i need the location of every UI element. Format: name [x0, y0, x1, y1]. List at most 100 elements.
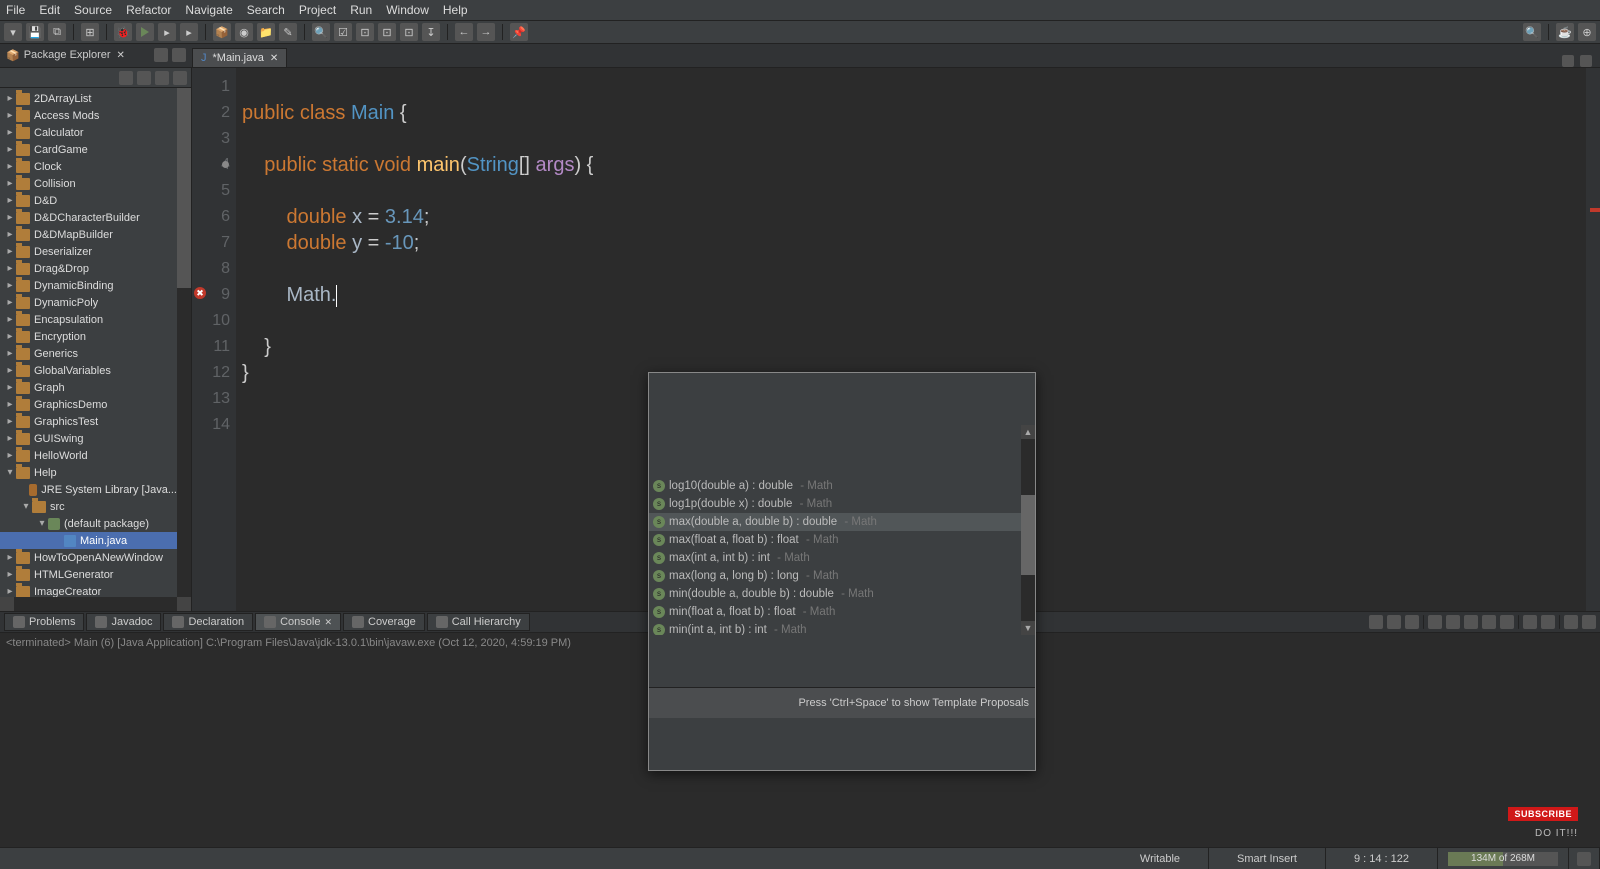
tree-item[interactable]: ▸Graph [0, 379, 191, 396]
new-class-icon[interactable]: ◉ [235, 23, 253, 41]
coverage-icon[interactable]: ▸ [158, 23, 176, 41]
tree-item[interactable]: ▸Deserializer [0, 243, 191, 260]
subscribe-badge[interactable]: SUBSCRIBE [1508, 807, 1578, 821]
menu-help[interactable]: Help [443, 3, 468, 17]
error-mark-icon[interactable] [1590, 208, 1600, 212]
run-icon[interactable] [136, 23, 154, 41]
tree-item[interactable]: ▸CardGame [0, 141, 191, 158]
menu-source[interactable]: Source [74, 3, 112, 17]
code-editor[interactable]: 1234567891011121314 ✖ public class Main … [192, 68, 1600, 611]
remove-all-icon[interactable] [1405, 615, 1419, 629]
tree-item[interactable]: ▸HowToOpenANewWindow [0, 549, 191, 566]
tree-item[interactable]: ▸GUISwing [0, 430, 191, 447]
menu-project[interactable]: Project [299, 3, 336, 17]
tree-item[interactable]: ▸D&DMapBuilder [0, 226, 191, 243]
menu-search[interactable]: Search [247, 3, 285, 17]
code-area[interactable]: public class Main { public static void m… [236, 68, 1586, 611]
persp-java-icon[interactable]: ☕ [1556, 23, 1574, 41]
horizontal-scrollbar[interactable] [0, 597, 191, 611]
popup-scrollbar[interactable]: ▲ ▼ [1021, 425, 1035, 635]
tree-item[interactable]: ▸GraphicsDemo [0, 396, 191, 413]
bottom-tab-problems[interactable]: Problems [4, 613, 84, 631]
tree-item[interactable]: ▸GlobalVariables [0, 362, 191, 379]
pin-icon[interactable]: 📌 [510, 23, 528, 41]
tree-item[interactable]: ▾Help [0, 464, 191, 481]
collapse-all-icon[interactable] [119, 71, 133, 85]
tree-item[interactable]: ▸Access Mods [0, 107, 191, 124]
tree-item[interactable]: ▸HelloWorld [0, 447, 191, 464]
scroll-lock-icon[interactable] [1446, 615, 1460, 629]
tree-item[interactable]: ▾src [0, 498, 191, 515]
error-marker-icon[interactable]: ✖ [194, 287, 206, 299]
tree-item[interactable]: ▸D&DCharacterBuilder [0, 209, 191, 226]
a-icon[interactable]: ⊡ [356, 23, 374, 41]
close-icon[interactable]: ✕ [117, 50, 125, 61]
tree-item[interactable]: ▾(default package) [0, 515, 191, 532]
word-wrap-icon[interactable] [1464, 615, 1478, 629]
tree-item[interactable]: ▸DynamicPoly [0, 294, 191, 311]
menu-navigate[interactable]: Navigate [185, 3, 232, 17]
fwd-icon[interactable]: → [477, 23, 495, 41]
bottom-tab-call-hierarchy[interactable]: Call Hierarchy [427, 613, 530, 631]
new-pkg-icon[interactable]: 📦 [213, 23, 231, 41]
autocomplete-popup[interactable]: slog10(double a) : double - Mathslog1p(d… [648, 372, 1036, 771]
remove-launch-icon[interactable] [1387, 615, 1401, 629]
d-icon[interactable]: ↧ [422, 23, 440, 41]
vertical-scrollbar[interactable] [177, 88, 191, 597]
maximize-icon[interactable] [1580, 55, 1592, 67]
pin-console-icon[interactable] [1369, 615, 1383, 629]
open-console-icon[interactable] [1523, 615, 1537, 629]
tree-item[interactable]: ▸Generics [0, 345, 191, 362]
persp-open-icon[interactable]: ⊕ [1578, 23, 1596, 41]
debug-icon[interactable]: 🐞 [114, 23, 132, 41]
save-icon[interactable]: 💾 [26, 23, 44, 41]
editor-tab-main[interactable]: J *Main.java ✕ [192, 48, 287, 67]
show-console-icon[interactable] [1482, 615, 1496, 629]
save-all-icon[interactable]: ⧉ [48, 23, 66, 41]
menu-window[interactable]: Window [386, 3, 429, 17]
b-icon[interactable]: ⊡ [378, 23, 396, 41]
tree-item[interactable]: ▸2DArrayList [0, 90, 191, 107]
min-bottom-icon[interactable] [1564, 615, 1578, 629]
c-icon[interactable]: ⊡ [400, 23, 418, 41]
bottom-tab-javadoc[interactable]: Javadoc [86, 613, 161, 631]
bottom-tab-console[interactable]: Console✕ [255, 613, 341, 631]
view-menu-icon[interactable] [155, 71, 169, 85]
back-icon[interactable]: ← [455, 23, 473, 41]
project-tree[interactable]: ▸2DArrayList▸Access Mods▸Calculator▸Card… [0, 88, 191, 597]
overview-ruler[interactable] [1586, 68, 1600, 611]
bottom-tab-coverage[interactable]: Coverage [343, 613, 425, 631]
new-icon[interactable]: ▾ [4, 23, 22, 41]
close-icon[interactable]: ✕ [324, 617, 332, 628]
max-bottom-icon[interactable] [1582, 615, 1596, 629]
tree-item[interactable]: ▸GraphicsTest [0, 413, 191, 430]
tree-item[interactable]: ▸Collision [0, 175, 191, 192]
min-icon[interactable] [154, 48, 168, 62]
tree-item[interactable]: ▸ImageCreator [0, 583, 191, 597]
scroll-down-icon[interactable]: ▼ [1021, 621, 1035, 635]
heap-status[interactable]: 134M of 268M [1448, 852, 1558, 866]
link-editor-icon[interactable] [137, 71, 151, 85]
max-icon[interactable] [172, 48, 186, 62]
toggle-icon[interactable]: ⊞ [81, 23, 99, 41]
scroll-up-icon[interactable]: ▲ [1021, 425, 1035, 439]
open-type-icon[interactable]: ✎ [279, 23, 297, 41]
tree-item[interactable]: JRE System Library [Java... [0, 481, 191, 498]
task-icon[interactable]: ☑ [334, 23, 352, 41]
display-icon[interactable] [1500, 615, 1514, 629]
tree-item[interactable]: ▸Clock [0, 158, 191, 175]
package-explorer-tab[interactable]: 📦 Package Explorer ✕ [0, 43, 192, 67]
tree-item[interactable]: ▸Drag&Drop [0, 260, 191, 277]
close-icon[interactable]: ✕ [270, 53, 278, 64]
tree-item[interactable]: ▸Encryption [0, 328, 191, 345]
tree-item[interactable]: ▸HTMLGenerator [0, 566, 191, 583]
menu-file[interactable]: File [6, 3, 25, 17]
tree-item[interactable]: ▸DynamicBinding [0, 277, 191, 294]
search-icon[interactable]: 🔍 [312, 23, 330, 41]
menu-edit[interactable]: Edit [39, 3, 60, 17]
clear-console-icon[interactable] [1428, 615, 1442, 629]
new-folder-icon[interactable]: 📁 [257, 23, 275, 41]
bottom-tab-declaration[interactable]: Declaration [163, 613, 253, 631]
tree-item[interactable]: ▸D&D [0, 192, 191, 209]
menu-refactor[interactable]: Refactor [126, 3, 171, 17]
